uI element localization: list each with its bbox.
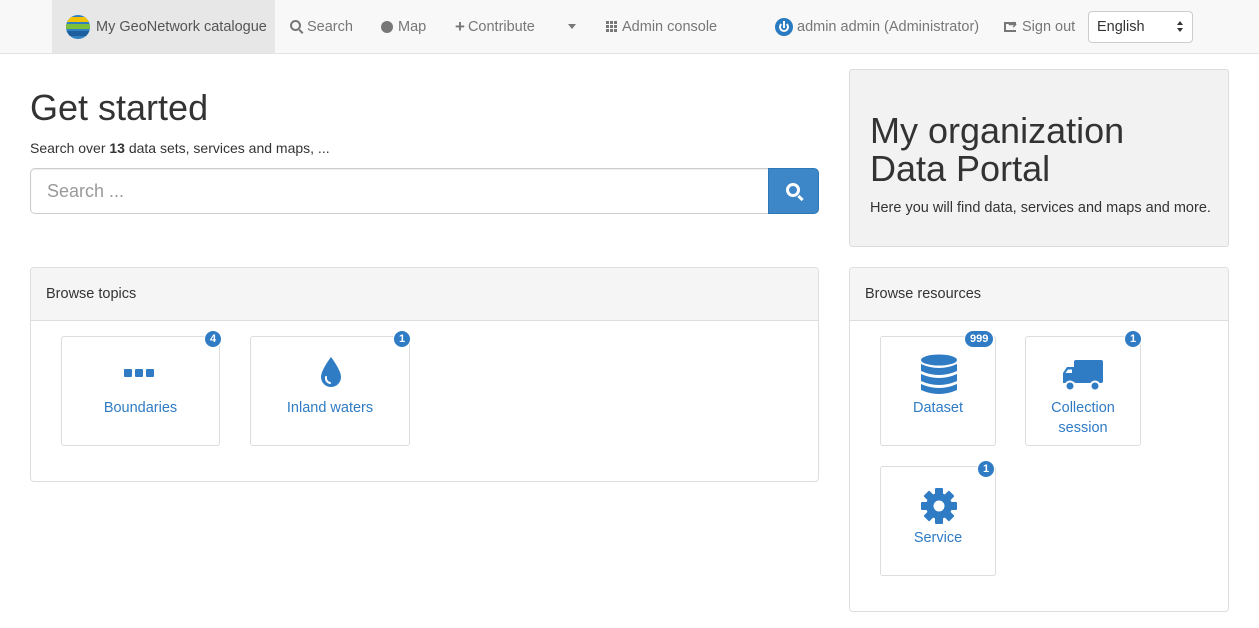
topic-tile-inland-waters[interactable]: Inland waters — [250, 336, 410, 446]
count-badge: 1 — [1124, 330, 1143, 348]
nav-contribute-label: Contribute — [467, 18, 535, 35]
user-menu-link[interactable]: admin admin (Administrator) — [775, 0, 979, 53]
record-count: 13 — [109, 140, 125, 156]
topic-label: Boundaries — [103, 400, 178, 416]
resource-tile-collection-session[interactable]: Collection session — [1025, 336, 1141, 446]
count-badge: 999 — [964, 330, 995, 348]
browse-topics-heading: Browse topics — [31, 268, 818, 321]
geonetwork-logo-icon — [66, 14, 90, 39]
portal-description: Here you will find data, services and ma… — [870, 200, 1211, 216]
search-icon — [290, 20, 301, 31]
dots-icon — [124, 369, 154, 377]
page-title: Get started — [30, 87, 209, 128]
sign-out-label: Sign out — [1022, 18, 1076, 35]
nav-search-label: Search — [307, 18, 353, 35]
count-badge: 1 — [393, 330, 412, 348]
sign-out-icon — [1004, 18, 1017, 32]
search-input[interactable]: Search ... — [30, 168, 770, 214]
topic-tile-boundaries[interactable]: Boundaries — [61, 336, 220, 446]
cog-icon — [921, 488, 957, 524]
resource-tile-service[interactable]: Service — [880, 466, 996, 576]
search-summary: Search over 13 data sets, services and m… — [30, 140, 330, 156]
brand-label: My GeoNetwork catalogue — [96, 18, 267, 35]
search-button[interactable] — [768, 168, 819, 214]
count-badge: 1 — [977, 460, 996, 478]
summary-suffix: data sets, services and maps, ... — [128, 140, 330, 156]
resource-tile-dataset[interactable]: Dataset — [880, 336, 996, 446]
resource-label: Service — [913, 530, 963, 546]
contribute-dropdown-toggle[interactable] — [566, 0, 578, 53]
plus-icon: + — [455, 17, 465, 36]
brand-link[interactable]: My GeoNetwork catalogue — [52, 0, 275, 53]
power-icon — [775, 17, 793, 36]
count-badge: 4 — [204, 330, 223, 348]
language-select[interactable]: English — [1088, 11, 1193, 43]
browse-resources-panel: Browse resources Dataset 999 Collection … — [849, 267, 1229, 612]
nav-admin-console-link[interactable]: Admin console — [606, 0, 717, 53]
search-icon — [785, 183, 800, 197]
droplet-icon — [321, 357, 341, 387]
portal-intro-box: My organization Data Portal Here you wil… — [849, 69, 1229, 247]
nav-admin-console-label: Admin console — [622, 18, 718, 35]
nav-map-label: Map — [398, 18, 427, 35]
select-arrows-icon — [1177, 20, 1184, 34]
topic-label: Inland waters — [286, 400, 374, 416]
resource-label: Dataset — [913, 400, 963, 416]
top-navbar: My GeoNetwork catalogue Search Map + Con… — [0, 0, 1259, 54]
truck-icon — [1063, 360, 1103, 392]
browse-resources-heading: Browse resources — [850, 268, 1228, 321]
portal-title: My organization Data Portal — [870, 110, 1125, 189]
browse-topics-panel: Browse topics Boundaries 4 Inland waters… — [30, 267, 819, 482]
grid-icon — [606, 21, 617, 32]
database-icon — [921, 354, 957, 394]
language-value: English — [1097, 19, 1145, 35]
resource-label: Collection session — [1051, 400, 1115, 436]
user-label: admin admin (Administrator) — [797, 18, 980, 35]
nav-search-link[interactable]: Search — [290, 0, 353, 53]
summary-prefix: Search over — [30, 140, 106, 156]
nav-map-link[interactable]: Map — [381, 0, 426, 53]
sign-out-link[interactable]: Sign out — [1004, 0, 1075, 53]
nav-contribute-link[interactable]: + Contribute — [455, 0, 535, 53]
caret-down-icon — [568, 24, 576, 29]
search-placeholder: Search ... — [47, 180, 125, 201]
globe-icon — [381, 20, 393, 33]
